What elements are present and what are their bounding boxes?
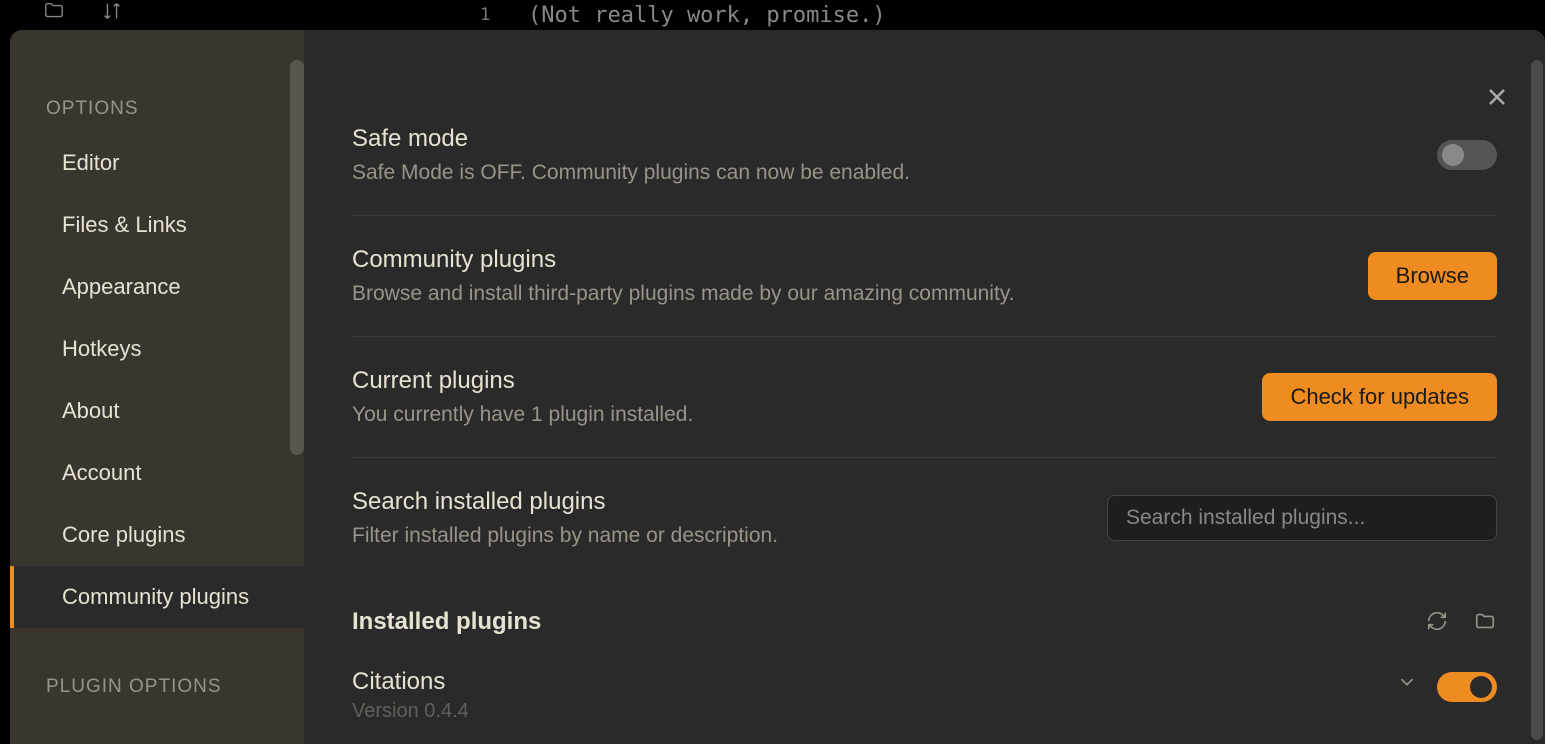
search-plugins-row: Search installed plugins Filter installe… bbox=[352, 458, 1497, 578]
sidebar-item-hotkeys[interactable]: Hotkeys bbox=[10, 318, 304, 380]
sidebar-item-label: Hotkeys bbox=[62, 336, 141, 361]
sidebar-item-label: About bbox=[62, 398, 120, 423]
refresh-icon[interactable] bbox=[1425, 610, 1449, 634]
plugin-version: Version 0.4.4 bbox=[352, 700, 1395, 723]
safe-mode-desc: Safe Mode is OFF. Community plugins can … bbox=[352, 161, 1437, 185]
settings-content: Safe mode Safe Mode is OFF. Community pl… bbox=[304, 30, 1545, 744]
sort-icon[interactable] bbox=[98, 0, 126, 27]
current-plugins-title: Current plugins bbox=[352, 367, 1262, 395]
folder-icon[interactable] bbox=[1473, 610, 1497, 634]
search-plugins-input[interactable] bbox=[1107, 495, 1497, 541]
plugin-name: Citations bbox=[352, 668, 1395, 696]
sidebar-item-label: Files & Links bbox=[62, 212, 187, 237]
options-header: OPTIONS bbox=[10, 90, 304, 132]
sidebar-item-appearance[interactable]: Appearance bbox=[10, 256, 304, 318]
search-plugins-desc: Filter installed plugins by name or desc… bbox=[352, 524, 1107, 548]
current-plugins-desc: You currently have 1 plugin installed. bbox=[352, 403, 1262, 427]
sidebar-item-editor[interactable]: Editor bbox=[10, 132, 304, 194]
sidebar-item-files-links[interactable]: Files & Links bbox=[10, 194, 304, 256]
installed-plugins-header-row: Installed plugins bbox=[352, 578, 1497, 650]
plugin-enable-toggle[interactable] bbox=[1437, 672, 1497, 702]
community-plugins-desc: Browse and install third-party plugins m… bbox=[352, 282, 1368, 306]
sidebar-item-label: Core plugins bbox=[62, 522, 186, 547]
safe-mode-title: Safe mode bbox=[352, 125, 1437, 153]
community-plugins-title: Community plugins bbox=[352, 246, 1368, 274]
close-button[interactable] bbox=[1485, 85, 1513, 113]
plugin-row-citations: Citations Version 0.4.4 bbox=[352, 650, 1497, 723]
sidebar-item-label: Account bbox=[62, 460, 142, 485]
content-scrollbar[interactable] bbox=[1531, 60, 1543, 740]
background-editor: 1 (Not really work, promise.) bbox=[0, 0, 1545, 28]
sidebar-scrollbar[interactable] bbox=[290, 60, 304, 455]
sidebar-item-core-plugins[interactable]: Core plugins bbox=[10, 504, 304, 566]
sidebar-item-label: Appearance bbox=[62, 274, 181, 299]
safe-mode-toggle[interactable] bbox=[1437, 140, 1497, 170]
sidebar-item-label: Editor bbox=[62, 150, 119, 175]
installed-plugins-title: Installed plugins bbox=[352, 608, 541, 636]
browse-button[interactable]: Browse bbox=[1368, 252, 1497, 300]
settings-modal: OPTIONS Editor Files & Links Appearance … bbox=[10, 30, 1545, 744]
settings-sidebar: OPTIONS Editor Files & Links Appearance … bbox=[10, 30, 304, 744]
folder-icon[interactable] bbox=[40, 0, 68, 27]
sidebar-item-community-plugins[interactable]: Community plugins bbox=[10, 566, 304, 628]
check-updates-button[interactable]: Check for updates bbox=[1262, 373, 1497, 421]
search-plugins-title: Search installed plugins bbox=[352, 488, 1107, 516]
sidebar-item-about[interactable]: About bbox=[10, 380, 304, 442]
sidebar-item-label: Community plugins bbox=[62, 584, 249, 609]
current-plugins-row: Current plugins You currently have 1 plu… bbox=[352, 337, 1497, 458]
chevron-down-icon[interactable] bbox=[1395, 671, 1419, 695]
sidebar-item-account[interactable]: Account bbox=[10, 442, 304, 504]
plugin-options-header: PLUGIN OPTIONS bbox=[10, 668, 304, 710]
community-plugins-row: Community plugins Browse and install thi… bbox=[352, 216, 1497, 337]
editor-content: (Not really work, promise.) bbox=[528, 3, 886, 28]
line-number: 1 bbox=[480, 5, 490, 25]
safe-mode-row: Safe mode Safe Mode is OFF. Community pl… bbox=[352, 95, 1497, 216]
